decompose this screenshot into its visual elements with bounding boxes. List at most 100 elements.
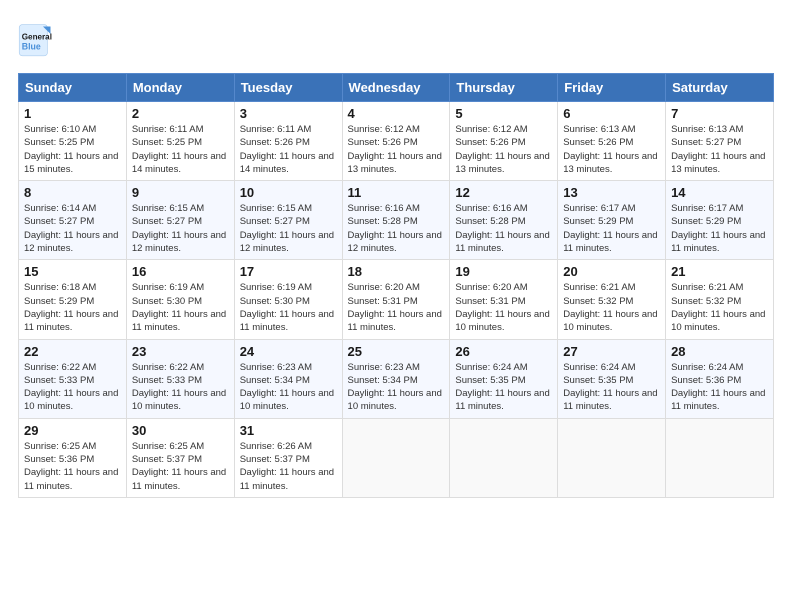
table-row: 10 Sunrise: 6:15 AM Sunset: 5:27 PM Dayl… [234,181,342,260]
day-info: Sunrise: 6:23 AM Sunset: 5:34 PM Dayligh… [240,361,337,414]
table-row: 16 Sunrise: 6:19 AM Sunset: 5:30 PM Dayl… [126,260,234,339]
day-number: 4 [348,106,445,121]
table-row: 12 Sunrise: 6:16 AM Sunset: 5:28 PM Dayl… [450,181,558,260]
svg-text:Blue: Blue [22,42,41,52]
day-info: Sunrise: 6:19 AM Sunset: 5:30 PM Dayligh… [240,281,337,334]
day-info: Sunrise: 6:11 AM Sunset: 5:25 PM Dayligh… [132,123,229,176]
day-number: 13 [563,185,660,200]
table-row: 8 Sunrise: 6:14 AM Sunset: 5:27 PM Dayli… [19,181,127,260]
day-info: Sunrise: 6:22 AM Sunset: 5:33 PM Dayligh… [24,361,121,414]
day-info: Sunrise: 6:13 AM Sunset: 5:27 PM Dayligh… [671,123,768,176]
day-info: Sunrise: 6:17 AM Sunset: 5:29 PM Dayligh… [671,202,768,255]
day-number: 25 [348,344,445,359]
day-number: 16 [132,264,229,279]
day-number: 19 [455,264,552,279]
day-info: Sunrise: 6:16 AM Sunset: 5:28 PM Dayligh… [455,202,552,255]
day-number: 28 [671,344,768,359]
day-info: Sunrise: 6:21 AM Sunset: 5:32 PM Dayligh… [671,281,768,334]
day-number: 27 [563,344,660,359]
day-number: 1 [24,106,121,121]
day-info: Sunrise: 6:22 AM Sunset: 5:33 PM Dayligh… [132,361,229,414]
day-number: 26 [455,344,552,359]
day-info: Sunrise: 6:16 AM Sunset: 5:28 PM Dayligh… [348,202,445,255]
day-info: Sunrise: 6:10 AM Sunset: 5:25 PM Dayligh… [24,123,121,176]
day-number: 9 [132,185,229,200]
day-info: Sunrise: 6:21 AM Sunset: 5:32 PM Dayligh… [563,281,660,334]
table-row: 19 Sunrise: 6:20 AM Sunset: 5:31 PM Dayl… [450,260,558,339]
day-number: 6 [563,106,660,121]
page: General Blue Sunday Monday Tuesday Wedne… [0,0,792,612]
day-number: 21 [671,264,768,279]
table-row [450,418,558,497]
day-number: 22 [24,344,121,359]
table-row: 24 Sunrise: 6:23 AM Sunset: 5:34 PM Dayl… [234,339,342,418]
day-number: 23 [132,344,229,359]
day-info: Sunrise: 6:12 AM Sunset: 5:26 PM Dayligh… [455,123,552,176]
day-number: 8 [24,185,121,200]
table-row: 21 Sunrise: 6:21 AM Sunset: 5:32 PM Dayl… [666,260,774,339]
table-row: 13 Sunrise: 6:17 AM Sunset: 5:29 PM Dayl… [558,181,666,260]
table-row: 31 Sunrise: 6:26 AM Sunset: 5:37 PM Dayl… [234,418,342,497]
table-row: 9 Sunrise: 6:15 AM Sunset: 5:27 PM Dayli… [126,181,234,260]
day-info: Sunrise: 6:24 AM Sunset: 5:36 PM Dayligh… [671,361,768,414]
col-tuesday: Tuesday [234,74,342,102]
day-info: Sunrise: 6:20 AM Sunset: 5:31 PM Dayligh… [348,281,445,334]
day-number: 30 [132,423,229,438]
table-row: 7 Sunrise: 6:13 AM Sunset: 5:27 PM Dayli… [666,102,774,181]
day-number: 2 [132,106,229,121]
table-row: 25 Sunrise: 6:23 AM Sunset: 5:34 PM Dayl… [342,339,450,418]
table-row: 18 Sunrise: 6:20 AM Sunset: 5:31 PM Dayl… [342,260,450,339]
day-info: Sunrise: 6:25 AM Sunset: 5:36 PM Dayligh… [24,440,121,493]
svg-text:General: General [22,33,52,42]
header: General Blue [18,18,774,63]
table-row: 26 Sunrise: 6:24 AM Sunset: 5:35 PM Dayl… [450,339,558,418]
day-number: 10 [240,185,337,200]
day-number: 24 [240,344,337,359]
table-row: 2 Sunrise: 6:11 AM Sunset: 5:25 PM Dayli… [126,102,234,181]
day-info: Sunrise: 6:14 AM Sunset: 5:27 PM Dayligh… [24,202,121,255]
table-row: 14 Sunrise: 6:17 AM Sunset: 5:29 PM Dayl… [666,181,774,260]
day-number: 3 [240,106,337,121]
table-row: 1 Sunrise: 6:10 AM Sunset: 5:25 PM Dayli… [19,102,127,181]
day-info: Sunrise: 6:13 AM Sunset: 5:26 PM Dayligh… [563,123,660,176]
logo-svg: General Blue [18,18,68,63]
day-info: Sunrise: 6:25 AM Sunset: 5:37 PM Dayligh… [132,440,229,493]
table-row: 27 Sunrise: 6:24 AM Sunset: 5:35 PM Dayl… [558,339,666,418]
col-monday: Monday [126,74,234,102]
day-info: Sunrise: 6:19 AM Sunset: 5:30 PM Dayligh… [132,281,229,334]
day-info: Sunrise: 6:24 AM Sunset: 5:35 PM Dayligh… [455,361,552,414]
day-number: 5 [455,106,552,121]
table-row: 6 Sunrise: 6:13 AM Sunset: 5:26 PM Dayli… [558,102,666,181]
table-row: 29 Sunrise: 6:25 AM Sunset: 5:36 PM Dayl… [19,418,127,497]
table-row: 5 Sunrise: 6:12 AM Sunset: 5:26 PM Dayli… [450,102,558,181]
table-row: 17 Sunrise: 6:19 AM Sunset: 5:30 PM Dayl… [234,260,342,339]
col-wednesday: Wednesday [342,74,450,102]
table-row: 11 Sunrise: 6:16 AM Sunset: 5:28 PM Dayl… [342,181,450,260]
day-number: 29 [24,423,121,438]
day-number: 11 [348,185,445,200]
table-row: 30 Sunrise: 6:25 AM Sunset: 5:37 PM Dayl… [126,418,234,497]
calendar-header-row: Sunday Monday Tuesday Wednesday Thursday… [19,74,774,102]
table-row [558,418,666,497]
col-friday: Friday [558,74,666,102]
table-row: 22 Sunrise: 6:22 AM Sunset: 5:33 PM Dayl… [19,339,127,418]
calendar-table: Sunday Monday Tuesday Wednesday Thursday… [18,73,774,498]
day-info: Sunrise: 6:17 AM Sunset: 5:29 PM Dayligh… [563,202,660,255]
day-info: Sunrise: 6:20 AM Sunset: 5:31 PM Dayligh… [455,281,552,334]
day-number: 12 [455,185,552,200]
day-number: 20 [563,264,660,279]
table-row [342,418,450,497]
table-row: 23 Sunrise: 6:22 AM Sunset: 5:33 PM Dayl… [126,339,234,418]
day-info: Sunrise: 6:15 AM Sunset: 5:27 PM Dayligh… [132,202,229,255]
table-row: 3 Sunrise: 6:11 AM Sunset: 5:26 PM Dayli… [234,102,342,181]
day-info: Sunrise: 6:11 AM Sunset: 5:26 PM Dayligh… [240,123,337,176]
col-saturday: Saturday [666,74,774,102]
day-number: 18 [348,264,445,279]
day-info: Sunrise: 6:18 AM Sunset: 5:29 PM Dayligh… [24,281,121,334]
day-number: 17 [240,264,337,279]
day-number: 31 [240,423,337,438]
table-row [666,418,774,497]
logo: General Blue [18,18,68,63]
table-row: 15 Sunrise: 6:18 AM Sunset: 5:29 PM Dayl… [19,260,127,339]
table-row: 28 Sunrise: 6:24 AM Sunset: 5:36 PM Dayl… [666,339,774,418]
